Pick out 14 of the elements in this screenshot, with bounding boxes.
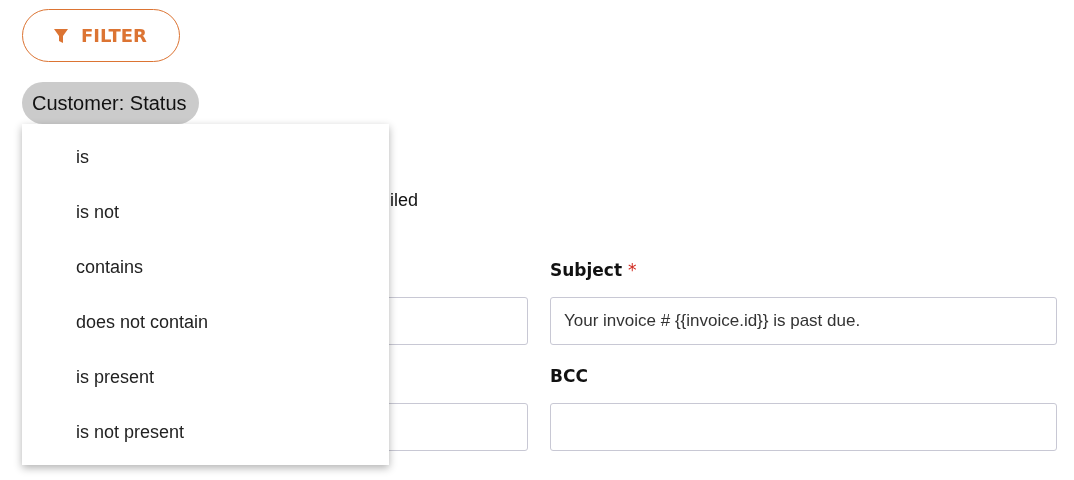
menu-item[interactable]: is [22,130,389,185]
field-label: BCC [550,366,588,386]
menu-item[interactable]: is present [22,350,389,405]
menu-item[interactable]: contains [22,240,389,295]
input-field[interactable] [550,403,1057,451]
filter-chip[interactable]: Customer: Status [22,82,199,124]
status-text: iled [390,190,419,210]
field-label: Subject [550,260,623,280]
menu-item[interactable]: does not contain [22,295,389,350]
menu-item[interactable]: is not present [22,405,389,460]
filter-icon [53,27,69,44]
input-field[interactable]: Your invoice # {{invoice.id}} is past due. [550,297,1057,345]
required-mark: * [628,260,637,280]
menu-item[interactable]: is not [22,185,389,240]
